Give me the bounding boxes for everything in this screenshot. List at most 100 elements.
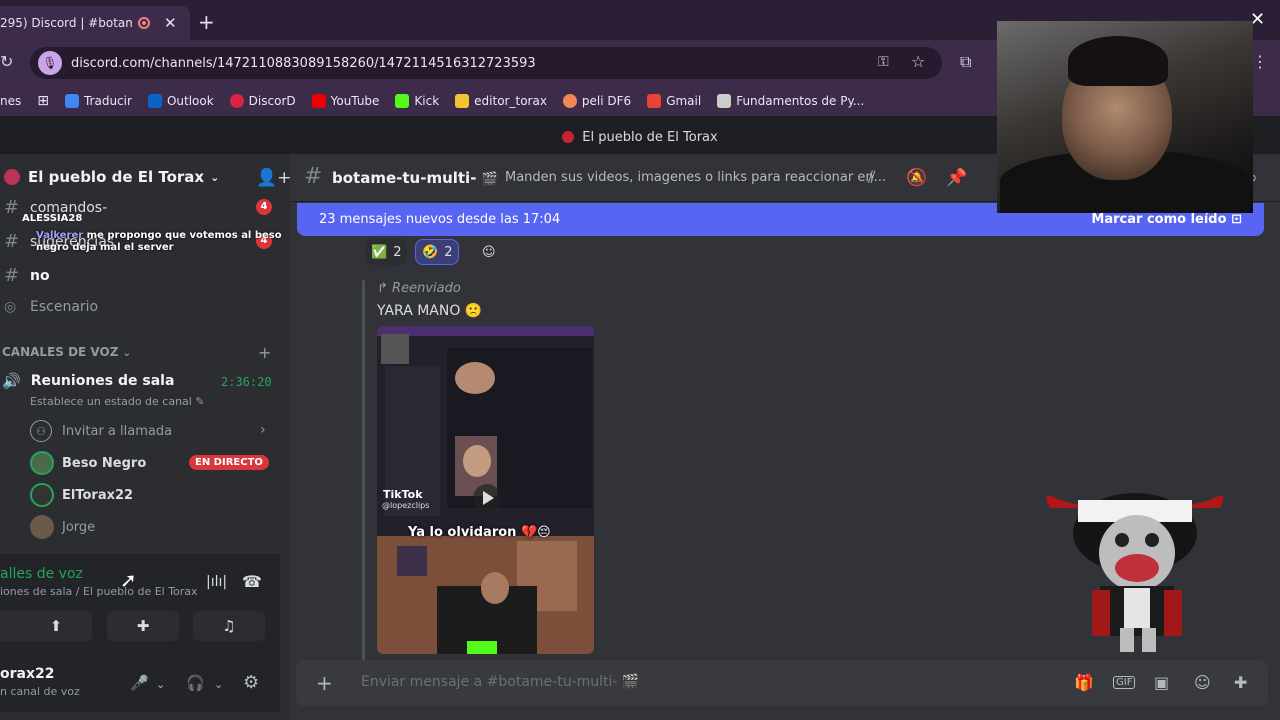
- channel-title: botame-tu-multi- 🎬: [332, 169, 498, 187]
- message-input[interactable]: Enviar mensaje a #botame-tu-multi- 🎬: [361, 674, 639, 690]
- voice-channel-reuniones[interactable]: 🔊 Reuniones de sala: [2, 372, 174, 390]
- site-info-icon[interactable]: 🎙: [38, 51, 62, 75]
- bookmark-item[interactable]: nes: [0, 94, 21, 108]
- menu-dots-icon[interactable]: ⋮: [1252, 52, 1268, 71]
- voice-user-beso-negro[interactable]: Beso Negro: [30, 451, 146, 475]
- sticker-icon[interactable]: ▣: [1154, 673, 1169, 692]
- voice-channel-label: Reuniones de sala: [30, 373, 175, 389]
- bookmark-discord[interactable]: DiscorD: [229, 94, 296, 108]
- invite-to-call[interactable]: ⚇ Invitar a llamada: [30, 420, 172, 442]
- hash-icon: #: [4, 197, 20, 218]
- voice-category-header[interactable]: CANALES DE VOZ ⌄: [2, 345, 131, 359]
- channel-label: no: [30, 267, 50, 284]
- reaction-check[interactable]: ✅ 2: [365, 239, 408, 265]
- check-emoji-icon: ✅: [371, 244, 388, 260]
- clapper-emoji-icon: 🎬: [621, 674, 640, 690]
- channel-topic[interactable]: Manden sus videos, imagenes o links para…: [505, 170, 886, 185]
- mute-bell-icon[interactable]: 🔕: [906, 168, 927, 188]
- window-title: El pueblo de El Torax: [582, 129, 718, 145]
- disconnect-icon[interactable]: ☎: [242, 572, 262, 591]
- discord-icon: [229, 94, 244, 108]
- overlay-sender: Valkerer: [36, 230, 84, 241]
- invite-label: Invitar a llamada: [62, 423, 173, 439]
- chevron-down-icon[interactable]: ⌄: [214, 678, 223, 691]
- channel-title-text: botame-tu-multi-: [332, 169, 477, 187]
- mouse-cursor-icon: ➚: [120, 568, 137, 592]
- apps-icon[interactable]: ✚: [1234, 673, 1247, 692]
- server-name: El pueblo de El Torax: [28, 168, 205, 186]
- chevron-down-icon[interactable]: ⌄: [156, 678, 165, 691]
- password-key-icon[interactable]: ⚿: [878, 54, 889, 70]
- bookmark-editor-torax[interactable]: editor_torax: [455, 94, 547, 108]
- add-member-icon[interactable]: 👤+: [256, 168, 291, 188]
- bookmark-kick[interactable]: Kick: [395, 94, 439, 108]
- gmail-icon: [647, 94, 662, 108]
- bookmark-star-icon[interactable]: ☆: [911, 52, 925, 71]
- channel-no[interactable]: # no: [4, 265, 50, 286]
- current-username[interactable]: orax22: [0, 666, 54, 682]
- voice-connected-label[interactable]: alles de voz: [0, 566, 83, 582]
- editor-icon: [455, 94, 470, 108]
- recording-icon: [138, 17, 150, 29]
- bookmark-fundamentos[interactable]: Fundamentos de Py...: [717, 94, 864, 108]
- browser-tab[interactable]: 295) Discord | #botame-tu ✕: [0, 6, 190, 40]
- forward-arrow-icon: ↱: [377, 281, 388, 296]
- media-caption: Ya lo olvidaron 💔😔: [408, 525, 551, 540]
- reload-icon[interactable]: ↻: [0, 52, 13, 71]
- server-icon: [4, 169, 20, 185]
- voice-user-name: ElTorax22: [62, 487, 134, 503]
- forward-indicator: [362, 280, 365, 660]
- close-tab-icon[interactable]: ✕: [164, 14, 177, 32]
- soundboard-icon: ♫: [222, 617, 236, 635]
- voice-user-eltorax22[interactable]: ElTorax22: [30, 483, 133, 507]
- threads-icon[interactable]: ⫽: [868, 168, 876, 188]
- outlook-icon: [147, 94, 162, 108]
- status-hint-label: Establece un estado de canal: [30, 395, 192, 408]
- reaction-laugh[interactable]: 🤣 2: [415, 239, 460, 265]
- bookmark-gmail[interactable]: Gmail: [647, 94, 701, 108]
- noise-suppression-icon[interactable]: |ılı|: [206, 574, 227, 590]
- server-header[interactable]: El pueblo de El Torax ⌄: [4, 168, 219, 186]
- youtube-icon: [311, 94, 326, 108]
- bookmark-peli[interactable]: peli DF6: [562, 94, 631, 108]
- add-reaction-icon[interactable]: ☺: [476, 239, 502, 265]
- chevron-down-icon: ⌄: [210, 170, 220, 184]
- share-screen-button[interactable]: ⬆: [20, 611, 92, 641]
- hash-icon: #: [304, 164, 323, 189]
- emoji-icon[interactable]: ☺: [1194, 673, 1211, 692]
- add-channel-icon[interactable]: +: [258, 343, 271, 362]
- extensions-icon[interactable]: ⧉: [960, 52, 971, 72]
- voice-user-jorge[interactable]: Jorge: [30, 515, 95, 539]
- unread-badge: 4: [256, 199, 272, 215]
- bookmark-outlook[interactable]: Outlook: [147, 94, 214, 108]
- pin-icon[interactable]: 📌: [946, 168, 967, 188]
- activities-button[interactable]: ✚: [107, 611, 179, 641]
- tiktok-handle: @lopezclips: [382, 501, 430, 510]
- reaction-count: 2: [444, 244, 453, 260]
- set-channel-status[interactable]: Establece un estado de canal ✎: [30, 395, 205, 408]
- soundboard-button[interactable]: ♫: [193, 611, 265, 641]
- settings-gear-icon[interactable]: ⚙: [243, 672, 259, 693]
- omnibox[interactable]: 🎙 discord.com/channels/14721108830891582…: [30, 47, 942, 79]
- bookmark-traducir[interactable]: Traducir: [64, 94, 132, 108]
- bookmark-youtube[interactable]: YouTube: [311, 94, 379, 108]
- headphones-icon[interactable]: 🎧: [186, 674, 205, 692]
- chat-overlay-username: ALESSIA28: [22, 213, 83, 224]
- new-tab-icon[interactable]: +: [198, 10, 215, 34]
- voice-connection-path: iones de sala / El pueblo de El Torax: [0, 585, 198, 598]
- mark-as-read-button[interactable]: Marcar como leído ⊡: [1091, 212, 1242, 227]
- chevron-down-icon: ⌄: [122, 348, 131, 359]
- url-text[interactable]: discord.com/channels/1472110883089158260…: [71, 56, 536, 71]
- laugh-emoji-icon: 🤣: [422, 244, 439, 260]
- hash-icon: #: [4, 265, 20, 286]
- upload-plus-icon[interactable]: +: [316, 671, 333, 695]
- voice-user-name: Beso Negro: [62, 455, 147, 471]
- gif-icon[interactable]: GIF: [1113, 676, 1136, 689]
- microphone-icon[interactable]: 🎤: [130, 674, 149, 692]
- apps-grid-icon[interactable]: ⊞: [37, 93, 49, 109]
- gift-icon[interactable]: 🎁: [1074, 673, 1094, 692]
- mark-read-icon: ⊡: [1231, 212, 1242, 227]
- channel-escenario[interactable]: ◎ Escenario: [4, 299, 98, 315]
- voice-timer: 2:36:20: [221, 375, 272, 389]
- media-caption-text: Ya lo olvidaron: [408, 525, 517, 540]
